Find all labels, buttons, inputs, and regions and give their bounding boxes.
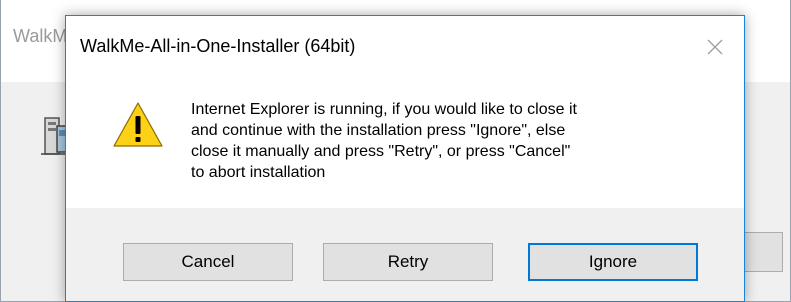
dialog-title: WalkMe-All-in-One-Installer (64bit) [80,36,356,56]
retry-button[interactable]: Retry [323,243,493,281]
cancel-button[interactable]: Cancel [123,243,293,281]
dialog-message: Internet Explorer is running, if you wou… [191,101,577,181]
message-dialog: WalkMe-All-in-One-Installer (64bit) Inte… [65,15,745,302]
background-window-title: WalkM [13,26,68,46]
ignore-button[interactable]: Ignore [528,243,698,281]
close-icon [707,39,723,55]
dialog-titlebar[interactable]: WalkMe-All-in-One-Installer (64bit) [66,16,744,78]
dialog-footer: Cancel Retry Ignore [66,208,744,301]
warning-icon [111,100,165,150]
dialog-body: Internet Explorer is running, if you wou… [66,78,744,208]
close-button[interactable] [686,16,744,78]
